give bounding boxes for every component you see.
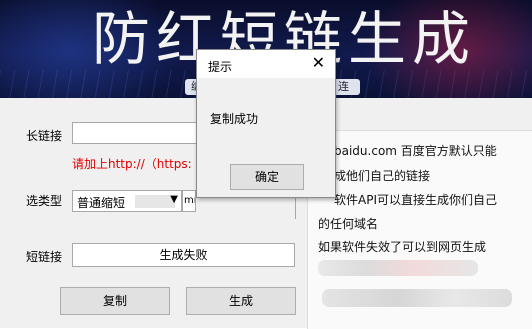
- redacted-url: [322, 289, 512, 307]
- info-line-2: 成他们自己的链接: [334, 169, 431, 183]
- type-label: 选类型: [26, 194, 63, 208]
- dialog-title: 提示: [208, 60, 233, 74]
- type-selected-value: 普通缩短: [77, 196, 126, 210]
- info-line-3: 软件API可以直接生成你们自己: [334, 193, 497, 207]
- dialog-message: 复制成功: [210, 112, 259, 126]
- short-link-output[interactable]: 生成失败: [72, 243, 295, 267]
- long-link-input[interactable]: [72, 122, 207, 144]
- close-icon[interactable]: ✕: [312, 53, 325, 73]
- field-edge: [295, 197, 296, 219]
- short-link-label: 短链接: [26, 250, 63, 264]
- type-extra-field[interactable]: mr: [182, 190, 196, 212]
- type-redacted: [135, 195, 175, 208]
- info-line-5: 如果软件失效了可以到网页生成: [318, 240, 487, 254]
- chevron-down-icon[interactable]: ▼: [170, 194, 178, 205]
- info-line-4: 的任何域名: [318, 217, 379, 231]
- dialog-titlebar: 提示 ✕: [197, 50, 335, 78]
- type-select[interactable]: 普通缩短 ▼: [72, 190, 182, 212]
- ribbon-text-right: 连: [338, 80, 349, 93]
- ok-button[interactable]: 确定: [230, 164, 304, 190]
- long-link-label: 长链接: [26, 129, 63, 143]
- generate-button[interactable]: 生成: [186, 287, 296, 315]
- copy-button[interactable]: 复制: [60, 287, 170, 315]
- redacted-link: [318, 260, 478, 276]
- protocol-hint: 请加上http://（https:: [72, 157, 192, 171]
- info-line-1: baidu.com 百度官方默认只能: [334, 144, 497, 158]
- message-dialog: 提示 ✕ 复制成功 确定: [196, 49, 336, 198]
